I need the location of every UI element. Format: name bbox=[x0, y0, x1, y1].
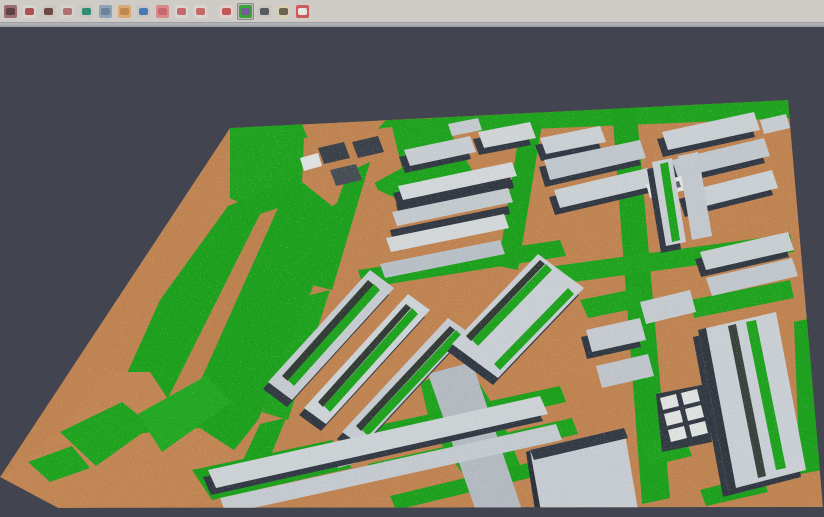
registration-icon-glyph bbox=[23, 5, 36, 18]
sphere-render-icon-glyph bbox=[258, 5, 271, 18]
classification-view-icon-glyph bbox=[239, 5, 252, 18]
toolbar-separator bbox=[211, 3, 218, 20]
profile-icon-glyph bbox=[99, 5, 112, 18]
measure-icon[interactable] bbox=[275, 3, 292, 20]
classification-view-icon[interactable] bbox=[237, 3, 254, 20]
dem-icon-glyph bbox=[80, 5, 93, 18]
registration-icon[interactable] bbox=[21, 3, 38, 20]
layers-icon[interactable] bbox=[154, 3, 171, 20]
terrain-icon[interactable] bbox=[40, 3, 57, 20]
main-toolbar bbox=[0, 0, 824, 22]
layers-icon-glyph bbox=[156, 5, 169, 18]
dem-icon[interactable] bbox=[78, 3, 95, 20]
pointcloud-scene[interactable] bbox=[0, 27, 824, 517]
flag-icon[interactable] bbox=[294, 3, 311, 20]
profile-icon[interactable] bbox=[97, 3, 114, 20]
points-icon-glyph bbox=[61, 5, 74, 18]
clear-selection-icon[interactable] bbox=[218, 3, 235, 20]
points-icon[interactable] bbox=[59, 3, 76, 20]
3d-viewport[interactable] bbox=[0, 27, 824, 517]
clear-selection-icon-glyph bbox=[220, 5, 233, 18]
orthophoto-icon-glyph bbox=[118, 5, 131, 18]
measure-icon-glyph bbox=[277, 5, 290, 18]
rect-select-icon-glyph bbox=[194, 5, 207, 18]
terrain-icon-glyph bbox=[42, 5, 55, 18]
globe-icon-glyph bbox=[137, 5, 150, 18]
import-icon-glyph bbox=[4, 5, 17, 18]
orthophoto-icon[interactable] bbox=[116, 3, 133, 20]
circle-select-icon[interactable] bbox=[173, 3, 190, 20]
circle-select-icon-glyph bbox=[175, 5, 188, 18]
sphere-render-icon[interactable] bbox=[256, 3, 273, 20]
import-icon[interactable] bbox=[2, 3, 19, 20]
flag-icon-glyph bbox=[296, 5, 309, 18]
globe-icon[interactable] bbox=[135, 3, 152, 20]
rect-select-icon[interactable] bbox=[192, 3, 209, 20]
